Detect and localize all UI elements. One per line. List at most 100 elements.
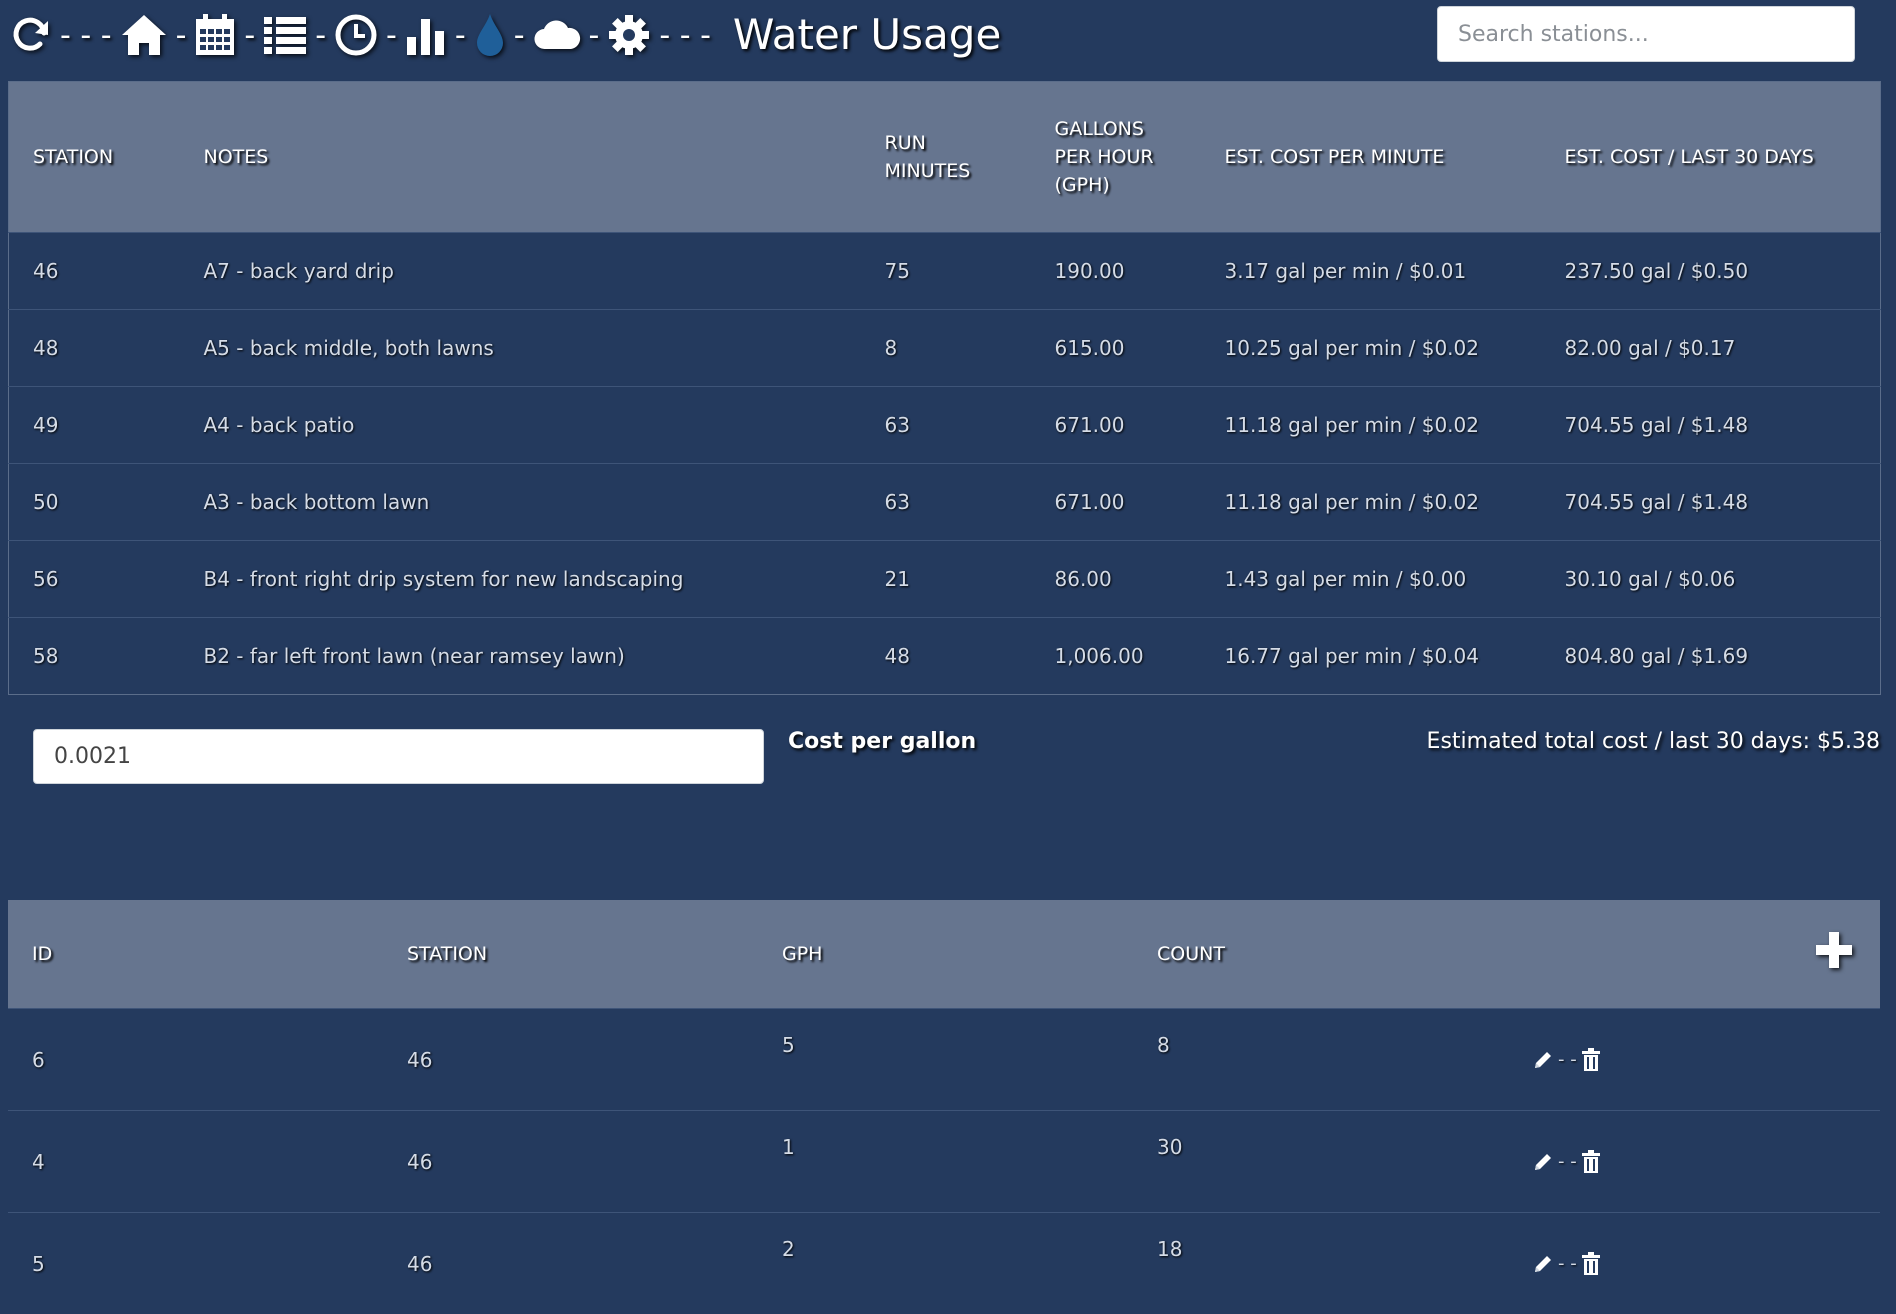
cost-per-minute-cell: 3.17 gal per min / $0.01 xyxy=(1201,233,1541,310)
id-cell: 4 xyxy=(8,1111,383,1213)
run-minutes-cell: 75 xyxy=(861,233,1031,310)
action-separator: - - xyxy=(1558,1151,1577,1172)
nav-separator: - xyxy=(315,18,326,53)
clock-icon[interactable] xyxy=(334,8,378,62)
usage-table: STATION NOTES RUN MINUTES GALLONS PER HO… xyxy=(8,81,1881,695)
column-header: GPH xyxy=(758,900,1133,1009)
run-minutes-cell: 8 xyxy=(861,310,1031,387)
station-cell: 48 xyxy=(9,310,180,387)
emitters-table: ID STATION GPH COUNT 6 46 5 8 - - xyxy=(8,900,1880,1314)
nav-bar: - - - - - - - - - - - - - Wa xyxy=(8,8,1001,62)
add-column-header xyxy=(1508,900,1880,1009)
action-separator: - - xyxy=(1558,1049,1577,1070)
count-cell: 8 xyxy=(1133,1009,1508,1111)
column-header: COUNT xyxy=(1133,900,1508,1009)
bar-chart-icon[interactable] xyxy=(405,8,447,62)
nav-separator: - xyxy=(176,18,187,53)
trash-icon[interactable] xyxy=(1581,1150,1601,1174)
top-bar: - - - - - - - - - - - - - Wa xyxy=(0,0,1896,72)
cost-per-gallon-input[interactable] xyxy=(33,729,764,784)
station-cell: 46 xyxy=(9,233,180,310)
id-cell: 6 xyxy=(8,1009,383,1111)
column-header: RUN MINUTES xyxy=(861,82,1031,233)
calendar-icon[interactable] xyxy=(194,8,236,62)
cost-30-days-cell: 30.10 gal / $0.06 xyxy=(1541,541,1881,618)
table-row[interactable]: 50 A3 - back bottom lawn 63 671.00 11.18… xyxy=(9,464,1881,541)
row-actions: - - xyxy=(1508,1213,1880,1314)
column-header: EST. COST PER MINUTE xyxy=(1201,82,1541,233)
gph-cell: 1,006.00 xyxy=(1031,618,1201,695)
plus-icon[interactable] xyxy=(1814,930,1854,970)
usage-header-row: STATION NOTES RUN MINUTES GALLONS PER HO… xyxy=(9,82,1881,233)
run-minutes-cell: 63 xyxy=(861,464,1031,541)
list-icon[interactable] xyxy=(263,8,307,62)
run-minutes-cell: 48 xyxy=(861,618,1031,695)
edit-icon[interactable] xyxy=(1532,1253,1554,1275)
notes-cell: B4 - front right drip system for new lan… xyxy=(180,541,861,618)
column-header: GALLONS PER HOUR (GPH) xyxy=(1031,82,1201,233)
nav-separator: - xyxy=(455,18,466,53)
column-header: NOTES xyxy=(180,82,861,233)
cost-per-minute-cell: 10.25 gal per min / $0.02 xyxy=(1201,310,1541,387)
table-row[interactable]: 6 46 5 8 - - xyxy=(8,1009,1880,1111)
table-row[interactable]: 48 A5 - back middle, both lawns 8 615.00… xyxy=(9,310,1881,387)
estimated-total-cost: Estimated total cost / last 30 days: $5.… xyxy=(1427,729,1880,754)
emitters-header-row: ID STATION GPH COUNT xyxy=(8,900,1880,1009)
table-row[interactable]: 4 46 1 30 - - xyxy=(8,1111,1880,1213)
row-actions: - - xyxy=(1508,1009,1880,1111)
table-row[interactable]: 58 B2 - far left front lawn (near ramsey… xyxy=(9,618,1881,695)
notes-cell: A3 - back bottom lawn xyxy=(180,464,861,541)
gph-cell: 190.00 xyxy=(1031,233,1201,310)
column-header: STATION xyxy=(383,900,758,1009)
edit-icon[interactable] xyxy=(1532,1151,1554,1173)
nav-separator: - - - xyxy=(659,18,711,53)
nav-separator: - xyxy=(589,18,600,53)
column-header: EST. COST / LAST 30 DAYS xyxy=(1541,82,1881,233)
run-minutes-cell: 21 xyxy=(861,541,1031,618)
cost-per-minute-cell: 11.18 gal per min / $0.02 xyxy=(1201,387,1541,464)
nav-separator: - xyxy=(386,18,397,53)
station-cell: 56 xyxy=(9,541,180,618)
gph-cell: 615.00 xyxy=(1031,310,1201,387)
water-drop-icon[interactable] xyxy=(474,8,506,62)
action-separator: - - xyxy=(1558,1253,1577,1274)
cost-per-minute-cell: 11.18 gal per min / $0.02 xyxy=(1201,464,1541,541)
column-header: STATION xyxy=(9,82,180,233)
cost-30-days-cell: 82.00 gal / $0.17 xyxy=(1541,310,1881,387)
gph-cell: 86.00 xyxy=(1031,541,1201,618)
table-row[interactable]: 5 46 2 18 - - xyxy=(8,1213,1880,1314)
cost-per-minute-cell: 16.77 gal per min / $0.04 xyxy=(1201,618,1541,695)
edit-icon[interactable] xyxy=(1532,1049,1554,1071)
trash-icon[interactable] xyxy=(1581,1048,1601,1072)
notes-cell: A5 - back middle, both lawns xyxy=(180,310,861,387)
search-input[interactable] xyxy=(1437,6,1855,62)
table-row[interactable]: 49 A4 - back patio 63 671.00 11.18 gal p… xyxy=(9,387,1881,464)
cost-30-days-cell: 704.55 gal / $1.48 xyxy=(1541,387,1881,464)
trash-icon[interactable] xyxy=(1581,1252,1601,1276)
nav-separator: - - - xyxy=(60,18,112,53)
cost-30-days-cell: 804.80 gal / $1.69 xyxy=(1541,618,1881,695)
station-cell: 46 xyxy=(383,1009,758,1111)
cloud-icon[interactable] xyxy=(533,8,581,62)
run-minutes-cell: 63 xyxy=(861,387,1031,464)
count-cell: 18 xyxy=(1133,1213,1508,1314)
nav-separator: - xyxy=(514,18,525,53)
gph-cell: 2 xyxy=(758,1213,1133,1314)
page-title: Water Usage xyxy=(733,8,1001,62)
refresh-icon[interactable] xyxy=(8,8,52,62)
table-row[interactable]: 56 B4 - front right drip system for new … xyxy=(9,541,1881,618)
cost-30-days-cell: 237.50 gal / $0.50 xyxy=(1541,233,1881,310)
row-actions: - - xyxy=(1508,1111,1880,1213)
cost-30-days-cell: 704.55 gal / $1.48 xyxy=(1541,464,1881,541)
gear-icon[interactable] xyxy=(607,8,651,62)
gph-cell: 671.00 xyxy=(1031,464,1201,541)
notes-cell: A7 - back yard drip xyxy=(180,233,861,310)
column-header: ID xyxy=(8,900,383,1009)
table-row[interactable]: 46 A7 - back yard drip 75 190.00 3.17 ga… xyxy=(9,233,1881,310)
notes-cell: B2 - far left front lawn (near ramsey la… xyxy=(180,618,861,695)
home-icon[interactable] xyxy=(120,8,168,62)
station-cell: 46 xyxy=(383,1213,758,1314)
id-cell: 5 xyxy=(8,1213,383,1314)
station-cell: 50 xyxy=(9,464,180,541)
station-cell: 49 xyxy=(9,387,180,464)
